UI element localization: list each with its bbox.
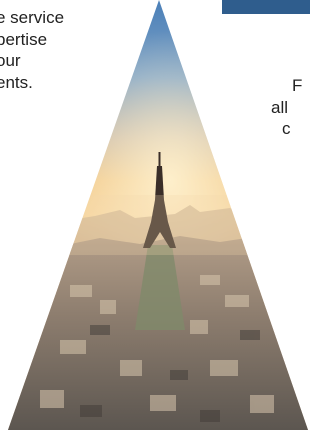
paris-triangle-photo [8,0,308,430]
page: e service pertise our ents. F all c [0,0,310,430]
photo-content [8,0,308,430]
